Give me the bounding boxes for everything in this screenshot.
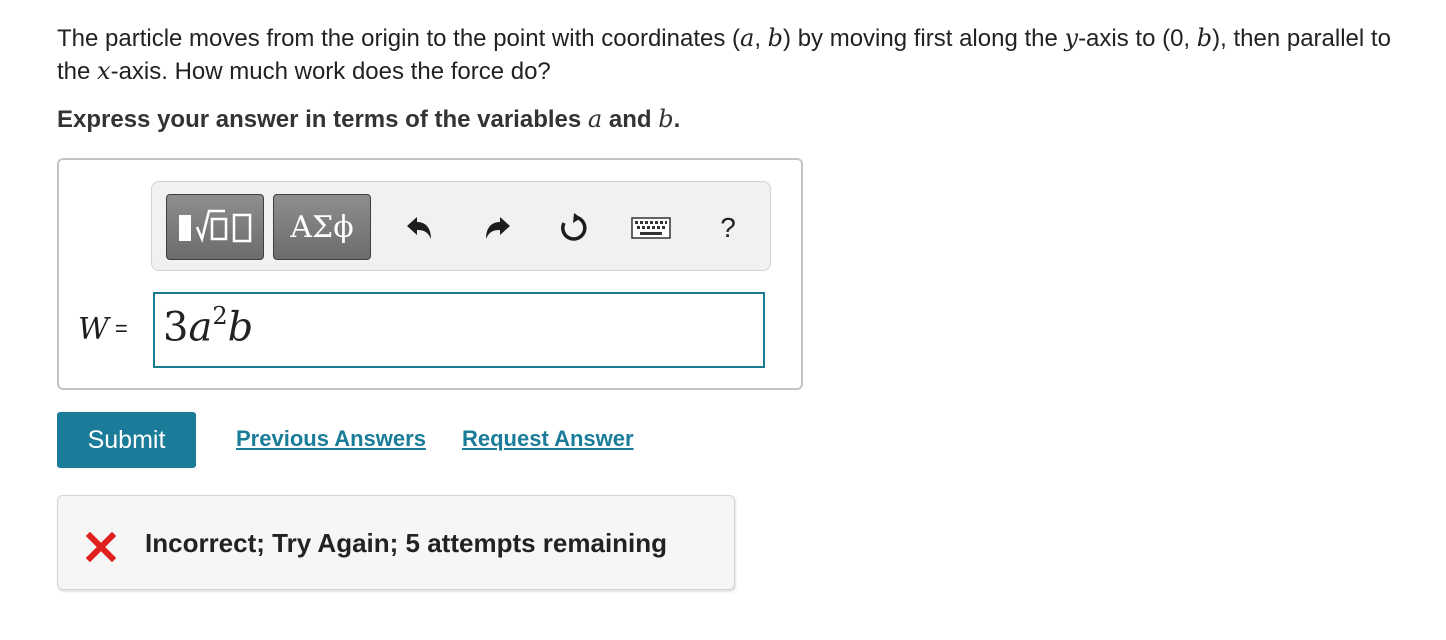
instruction-text-part: . (673, 106, 681, 133)
question-text: The particle moves from the origin to th… (57, 22, 1417, 88)
math-variable-y: y (1064, 24, 1079, 52)
keyboard-icon (631, 217, 671, 239)
submit-button[interactable]: Submit (57, 412, 196, 468)
math-variable-a: a (740, 24, 755, 52)
math-variable-a: a (587, 105, 603, 133)
answer-label: W = (78, 312, 128, 347)
x-icon (86, 532, 116, 562)
redo-icon (486, 217, 510, 239)
instruction-text-part: Express your answer in terms of the vari… (57, 106, 588, 133)
answer-variable: W (78, 312, 109, 347)
feedback-message: Incorrect; Try Again; 5 attempts remaini… (145, 528, 668, 558)
question-text-part: -axis to (0, (1078, 25, 1197, 52)
instruction-text-part: and (602, 106, 659, 133)
answer-exponent: 2 (212, 302, 228, 330)
math-variable-b: b (1196, 24, 1213, 52)
reset-icon (561, 213, 587, 241)
equals-sign: = (114, 316, 128, 341)
undo-icon (407, 217, 431, 239)
keyboard-button[interactable] (630, 210, 672, 246)
math-variable-x: x (97, 57, 111, 85)
question-text-part: ) by moving first along the (783, 25, 1065, 52)
previous-answers-link[interactable]: Previous Answers (236, 426, 426, 452)
greek-symbols-button[interactable]: ΑΣϕ (273, 194, 371, 260)
question-text-part: , (754, 25, 768, 52)
answer-coefficient: 3 (163, 304, 189, 351)
answer-instruction: Express your answer in terms of the vari… (57, 105, 680, 134)
math-toolbar: ΑΣϕ ? (151, 181, 771, 271)
question-text-part: The particle moves from the origin to th… (57, 25, 740, 52)
answer-base-a: a (188, 304, 213, 351)
math-variable-b: b (767, 24, 784, 52)
reset-button[interactable] (556, 210, 592, 246)
greek-symbols-label: ΑΣϕ (290, 209, 354, 245)
undo-button[interactable] (402, 210, 438, 246)
templates-button[interactable] (166, 194, 264, 260)
math-variable-b: b (658, 105, 674, 133)
redo-button[interactable] (479, 210, 515, 246)
question-text-part: -axis. How much work does the force do? (110, 58, 551, 85)
answer-expression: 3a2b (163, 302, 254, 351)
request-answer-link[interactable]: Request Answer (462, 426, 634, 452)
answer-input[interactable]: 3a2b (153, 292, 765, 368)
help-icon: ? (720, 212, 736, 243)
help-button[interactable]: ? (710, 210, 746, 246)
templates-icon (179, 209, 252, 243)
feedback-panel: Incorrect; Try Again; 5 attempts remaini… (57, 495, 735, 590)
answer-base-b: b (227, 304, 254, 351)
